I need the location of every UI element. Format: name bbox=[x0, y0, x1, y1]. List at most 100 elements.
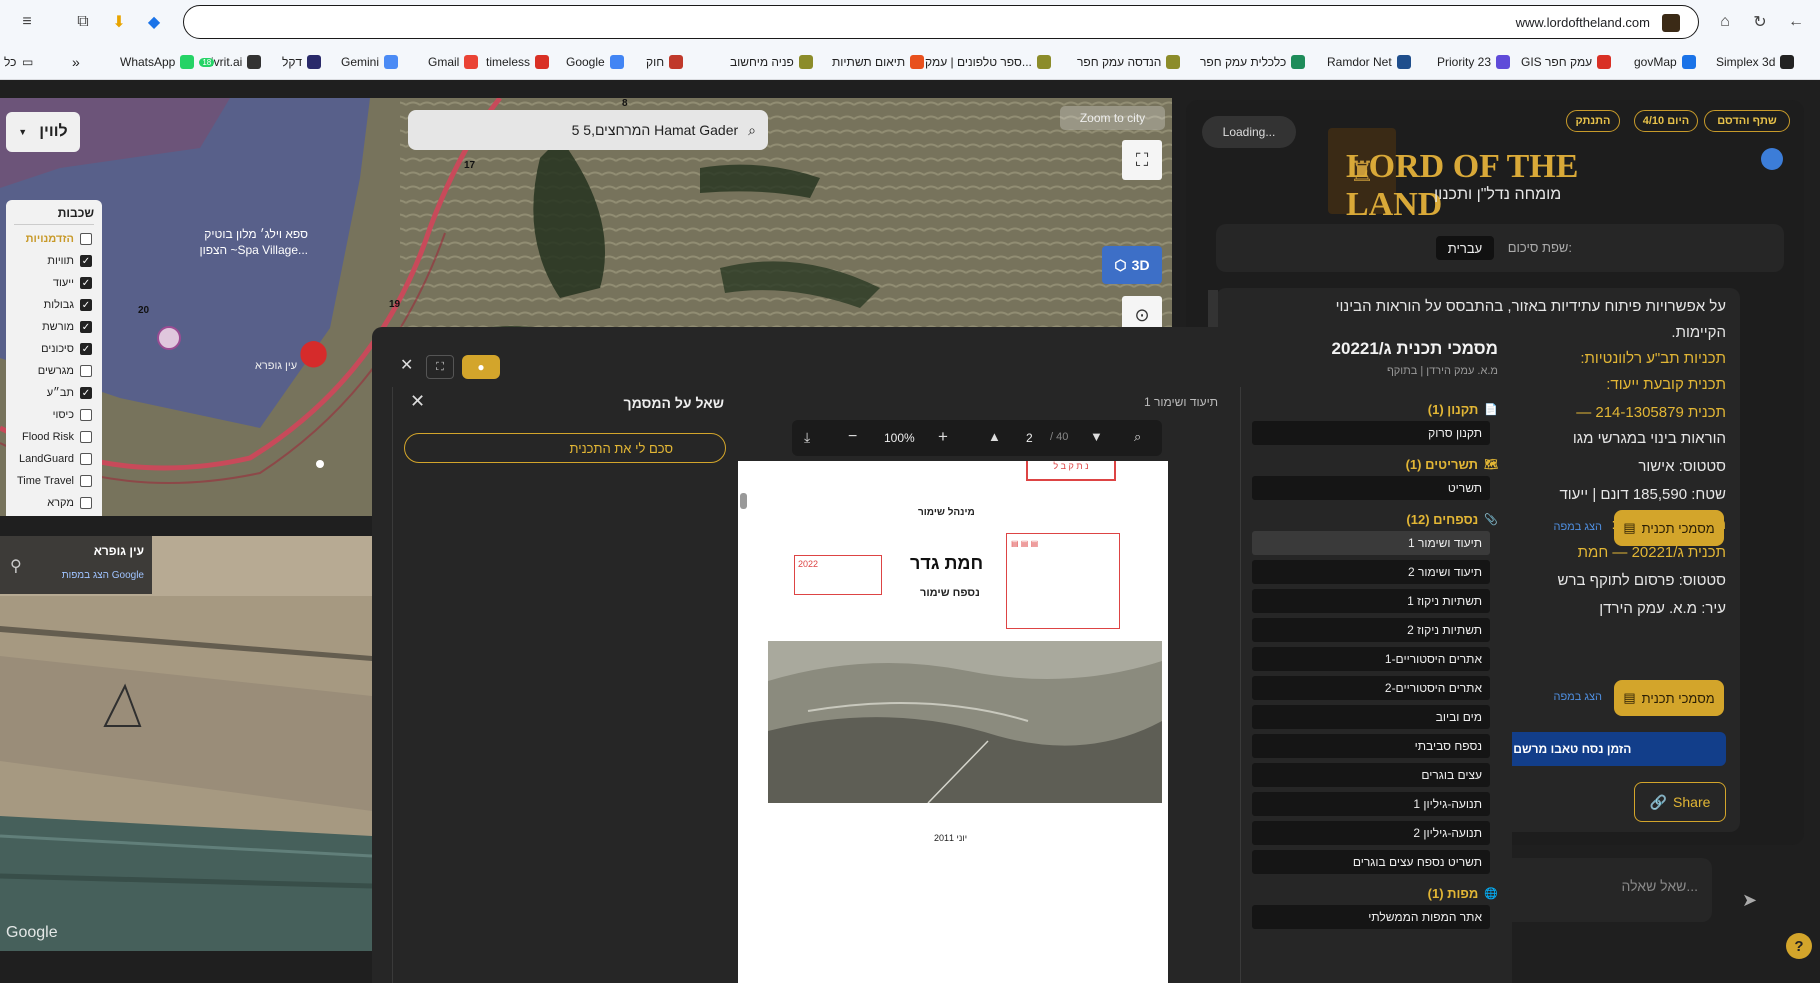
layer-toggle[interactable]: ייעוד ✓ bbox=[12, 274, 92, 292]
send-icon[interactable]: ➤ bbox=[1742, 890, 1757, 911]
layer-toggle[interactable]: LandGuard bbox=[12, 450, 92, 468]
bookmark-item[interactable]: דקל bbox=[282, 53, 322, 71]
checkbox[interactable]: ✓ bbox=[80, 255, 92, 267]
checkbox[interactable]: ✓ bbox=[80, 299, 92, 311]
bookmark-item[interactable]: Simplex 3d bbox=[1716, 53, 1795, 71]
doc-list-item[interactable]: תנועה-גיליון 1 bbox=[1252, 792, 1490, 816]
fullscreen-icon[interactable]: ⛶ bbox=[1122, 140, 1162, 180]
checkbox[interactable] bbox=[80, 453, 92, 465]
bookmark-item[interactable]: Gemini bbox=[341, 53, 399, 71]
3d-toggle-button[interactable]: ⬡ 3D bbox=[1102, 246, 1162, 284]
checkbox[interactable]: ✓ bbox=[80, 387, 92, 399]
layer-toggle[interactable]: Time Travel bbox=[12, 472, 92, 490]
download-icon[interactable]: ⬇ bbox=[108, 11, 130, 33]
doc-list-item[interactable]: תשריט bbox=[1252, 476, 1490, 500]
show-on-map-link[interactable]: הצג במפה bbox=[1554, 691, 1603, 703]
home-icon[interactable]: ⌂ bbox=[1714, 11, 1736, 33]
bookmark-all[interactable]: כל bbox=[4, 53, 16, 71]
doc-list-item[interactable]: אתרים היסטוריים-2 bbox=[1252, 676, 1490, 700]
bookmark-item[interactable]: Google bbox=[566, 53, 624, 71]
checkbox[interactable]: ✓ bbox=[80, 277, 92, 289]
doc-list-item[interactable]: מים וביוב bbox=[1252, 705, 1490, 729]
bookmark-item[interactable]: Gmail bbox=[428, 53, 479, 71]
zoom-to-city-button[interactable]: Zoom to city bbox=[1060, 106, 1165, 130]
map-type-dropdown[interactable]: ▼ לווין bbox=[6, 112, 80, 152]
plan-documents-button[interactable]: מסמכי תכנית ▤ bbox=[1614, 680, 1724, 716]
bookmark-item[interactable]: Ramdor Net bbox=[1327, 53, 1411, 71]
bookmark-item[interactable]: timeless bbox=[486, 53, 550, 71]
bookmark-item[interactable]: Priority 23 bbox=[1437, 53, 1511, 71]
checkbox[interactable]: ✓ bbox=[80, 321, 92, 333]
map-search-input[interactable]: 5 המרחצים,5 Hamat Gader ⌕ bbox=[408, 110, 768, 150]
ask-close-icon[interactable]: ✕ bbox=[410, 391, 425, 412]
chat-toggle-button[interactable]: ● bbox=[462, 355, 500, 379]
doc-list-item[interactable]: נספח סביבתי bbox=[1252, 734, 1490, 758]
next-page-icon[interactable]: ▼ bbox=[1090, 429, 1103, 444]
show-on-map-link[interactable]: הצג במפה bbox=[1554, 521, 1603, 533]
share-button[interactable]: Share 🔗 bbox=[1634, 782, 1726, 822]
checkbox[interactable] bbox=[80, 365, 92, 377]
checkbox[interactable] bbox=[80, 497, 92, 509]
doc-list-item[interactable]: תיעוד ושימור 1 bbox=[1252, 531, 1490, 555]
layer-toggle[interactable]: גבולות ✓ bbox=[12, 296, 92, 314]
bookmark-item[interactable]: פניה מיחשוב bbox=[730, 53, 813, 71]
layer-toggle[interactable]: סיכונים ✓ bbox=[12, 340, 92, 358]
doc-list-item[interactable]: תשריט נספח עצים בוגרים bbox=[1252, 850, 1490, 874]
close-icon[interactable]: ✕ bbox=[400, 355, 413, 375]
doc-list-item[interactable]: תקנון סרוק bbox=[1252, 421, 1490, 445]
customize-icon[interactable]: ≡ bbox=[16, 11, 38, 33]
help-button[interactable]: ? bbox=[1786, 933, 1812, 959]
extension-icon[interactable]: ◆ bbox=[143, 11, 165, 33]
bookmark-item[interactable]: ספר טלפונים | עמק... bbox=[925, 53, 1051, 71]
doc-list-item[interactable]: עצים בוגרים bbox=[1252, 763, 1490, 787]
pdf-scrollbar[interactable] bbox=[738, 461, 750, 983]
street-view[interactable]: ⚲ עין גופרא הצג במפות Google Google bbox=[0, 536, 372, 951]
doc-list-item[interactable]: תשתיות ניקוז 1 bbox=[1252, 589, 1490, 613]
bookmark-item[interactable]: חוק bbox=[646, 53, 684, 71]
summary-lang-select[interactable]: עברית bbox=[1436, 236, 1494, 260]
bookmark-item[interactable]: תיאום תשתיות bbox=[832, 53, 925, 71]
layer-toggle[interactable]: הזדמנויות bbox=[12, 230, 92, 248]
header-pill-button[interactable]: שתף והדסם bbox=[1704, 110, 1790, 132]
doc-list-item[interactable]: תיעוד ושימור 2 bbox=[1252, 560, 1490, 584]
bookmark-item[interactable]: הנדסה עמק חפר bbox=[1077, 53, 1181, 71]
header-pill-button[interactable]: היום 4/10 bbox=[1634, 110, 1698, 132]
doc-list-item[interactable]: אתר המפות הממשלתי bbox=[1252, 905, 1490, 929]
bookmark-item[interactable]: govMap bbox=[1634, 53, 1696, 71]
show-in-google-maps-link[interactable]: הצג במפות Google bbox=[62, 570, 144, 581]
doc-list-item[interactable]: תנועה-גיליון 2 bbox=[1252, 821, 1490, 845]
expand-icon[interactable]: ⛶ bbox=[426, 355, 454, 379]
page-input[interactable]: 2 bbox=[1026, 431, 1033, 445]
address-bar[interactable]: www.lordoftheland.com bbox=[183, 5, 1699, 39]
search-icon[interactable]: ⌕ bbox=[1134, 429, 1141, 445]
bookmark-item[interactable]: GIS עמק חפר bbox=[1521, 53, 1612, 71]
checkbox[interactable] bbox=[80, 233, 92, 245]
bookmarks-overflow[interactable]: » bbox=[72, 53, 80, 71]
checkbox[interactable] bbox=[80, 475, 92, 487]
back-icon[interactable]: ← bbox=[1785, 11, 1807, 33]
layer-toggle[interactable]: תב״ע ✓ bbox=[12, 384, 92, 402]
bookmark-item[interactable]: ivrit.ai bbox=[211, 53, 262, 71]
extensions-icon[interactable]: ⧉ bbox=[72, 11, 94, 33]
header-pill-button[interactable]: התנתק bbox=[1566, 110, 1620, 132]
layer-toggle[interactable]: מקרא bbox=[12, 494, 92, 512]
bookmark-folder-icon[interactable]: ▭ bbox=[22, 53, 33, 71]
layer-toggle[interactable]: Flood Risk bbox=[12, 428, 92, 446]
checkbox[interactable]: ✓ bbox=[80, 343, 92, 355]
zoom-in-icon[interactable]: + bbox=[938, 427, 948, 447]
download-icon[interactable]: ⤓ bbox=[804, 429, 810, 446]
plan-documents-button[interactable]: מסמכי תכנית ▤ bbox=[1614, 510, 1724, 546]
layer-toggle[interactable]: מורשת ✓ bbox=[12, 318, 92, 336]
doc-list-item[interactable]: אתרים היסטוריים-1 bbox=[1252, 647, 1490, 671]
layer-toggle[interactable]: כיסוי bbox=[12, 406, 92, 424]
prev-page-icon[interactable]: ▲ bbox=[988, 429, 1001, 444]
reload-icon[interactable]: ↻ bbox=[1749, 11, 1771, 33]
layer-toggle[interactable]: מגרשים bbox=[12, 362, 92, 380]
doc-list-item[interactable]: תשתיות ניקוז 2 bbox=[1252, 618, 1490, 642]
checkbox[interactable] bbox=[80, 431, 92, 443]
location-pin-icon[interactable]: ⬤ bbox=[299, 338, 328, 366]
checkbox[interactable] bbox=[80, 409, 92, 421]
globe-icon[interactable] bbox=[1761, 148, 1783, 170]
zoom-out-icon[interactable]: − bbox=[848, 428, 857, 446]
layer-toggle[interactable]: תוויות ✓ bbox=[12, 252, 92, 270]
